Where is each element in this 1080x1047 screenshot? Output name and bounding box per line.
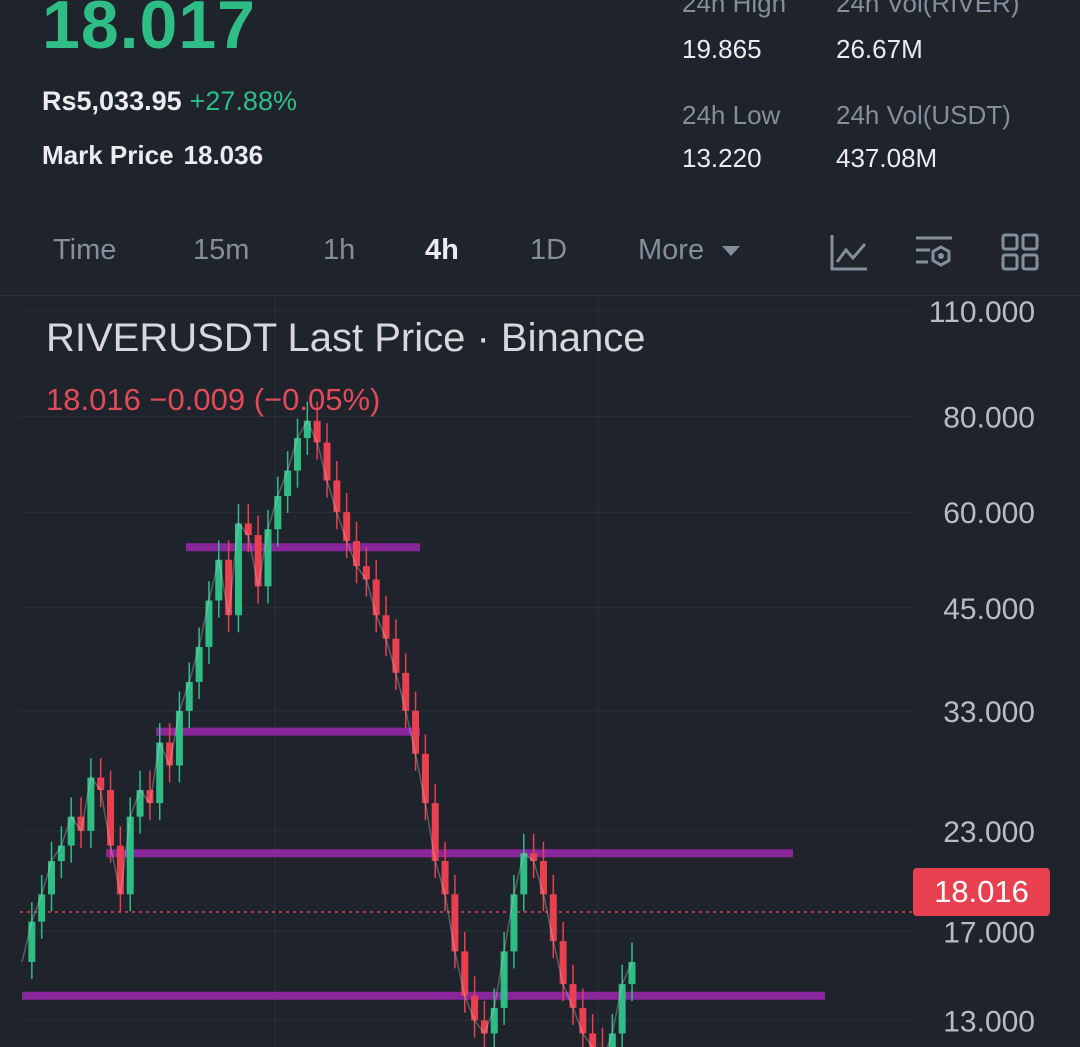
y-tick-label: 23.000 bbox=[943, 816, 1035, 849]
indicator-icon[interactable] bbox=[829, 232, 869, 272]
candle-body bbox=[431, 803, 439, 862]
last-price: 18.017 bbox=[42, 0, 256, 63]
candle-body bbox=[451, 894, 459, 952]
tab-4h[interactable]: 4h bbox=[425, 234, 459, 267]
mark-price-row: Mark Price 18.036 bbox=[42, 140, 263, 171]
stat-low-value: 13.220 bbox=[682, 143, 762, 173]
price-change-percent: +27.88% bbox=[189, 86, 297, 116]
candle-body bbox=[402, 672, 410, 711]
candle-body bbox=[353, 541, 361, 567]
stat-low-label: 24h Low bbox=[682, 100, 781, 130]
candle-body bbox=[441, 861, 449, 895]
stat-high-label: 24h High bbox=[682, 0, 787, 18]
candle-body bbox=[579, 1007, 587, 1034]
candle-body bbox=[490, 1007, 498, 1034]
candle-body bbox=[48, 861, 56, 895]
candle-body bbox=[195, 646, 203, 682]
candle-body bbox=[107, 790, 115, 846]
candle-body bbox=[382, 615, 390, 639]
last-price-tag: 18.016 bbox=[913, 868, 1050, 916]
candle-body bbox=[185, 681, 193, 711]
candle-body bbox=[618, 984, 626, 1034]
candle-body bbox=[215, 559, 223, 601]
fiat-price: Rs5,033.95 bbox=[42, 86, 182, 116]
stat-high-value: 19.865 bbox=[682, 34, 762, 64]
candle-body bbox=[539, 861, 547, 895]
candle-body bbox=[392, 638, 400, 673]
candle-body bbox=[175, 710, 183, 766]
candle-body bbox=[205, 600, 213, 647]
candle-body bbox=[628, 961, 636, 985]
settings-icon[interactable] bbox=[914, 232, 954, 272]
tab-more-label: More bbox=[638, 234, 705, 266]
candle-body bbox=[333, 480, 341, 513]
y-tick-label: 13.000 bbox=[943, 1005, 1035, 1038]
chart-title: RIVERUSDT Last Price · Binance bbox=[46, 316, 646, 360]
candle-body bbox=[254, 535, 262, 587]
stat-vol-quote-value: 437.08M bbox=[836, 143, 938, 173]
stat-vol-base-value: 26.67M bbox=[836, 34, 923, 64]
candle-body bbox=[559, 941, 567, 985]
mark-price-value: 18.036 bbox=[183, 140, 264, 170]
candle-body bbox=[244, 523, 252, 536]
candle-body bbox=[57, 845, 65, 862]
candle-body bbox=[313, 420, 321, 443]
candle-body bbox=[589, 1033, 597, 1047]
y-tick-label: 33.000 bbox=[943, 696, 1035, 729]
y-tick-label: 60.000 bbox=[943, 497, 1035, 530]
candle-body bbox=[87, 777, 95, 831]
y-tick-label: 110.000 bbox=[929, 296, 1035, 329]
candle-body bbox=[471, 995, 479, 1021]
candle-body bbox=[126, 816, 134, 895]
y-tick-label: 80.000 bbox=[943, 402, 1035, 435]
candle-body bbox=[500, 951, 508, 1008]
candle-body bbox=[569, 984, 577, 1008]
candle-body bbox=[284, 470, 292, 496]
candle-body bbox=[323, 442, 331, 481]
tab-15m[interactable]: 15m bbox=[193, 234, 249, 267]
fiat-price-row: Rs5,033.95 +27.88% bbox=[42, 86, 297, 117]
candle-body bbox=[38, 894, 46, 922]
y-tick-label: 17.000 bbox=[943, 916, 1035, 949]
candle-body bbox=[549, 894, 557, 942]
stat-vol-quote-label: 24h Vol(USDT) bbox=[836, 100, 1011, 130]
tab-1h[interactable]: 1h bbox=[323, 234, 355, 267]
candle-body bbox=[362, 566, 370, 580]
candle-body bbox=[234, 523, 242, 616]
candle-body bbox=[264, 529, 272, 587]
candle-body bbox=[293, 438, 301, 471]
candle-body bbox=[461, 951, 469, 996]
candle-body bbox=[156, 742, 164, 804]
candle-body bbox=[520, 853, 528, 895]
tab-1d[interactable]: 1D bbox=[530, 234, 567, 267]
tab-time[interactable]: Time bbox=[53, 234, 116, 267]
layout-grid-icon[interactable] bbox=[1000, 232, 1040, 272]
mark-price-label: Mark Price bbox=[42, 140, 174, 170]
candle-body bbox=[97, 777, 105, 791]
candle-body bbox=[372, 579, 380, 616]
candle-body bbox=[303, 420, 311, 439]
candle-body bbox=[421, 753, 429, 804]
candle-body bbox=[28, 921, 36, 962]
ohlc-readout: 18.016 −0.009 (−0.05%) bbox=[46, 382, 381, 417]
tab-more[interactable]: More bbox=[638, 234, 742, 267]
y-tick-label: 45.000 bbox=[943, 593, 1035, 626]
candle-body bbox=[412, 710, 420, 754]
candle-body bbox=[274, 495, 282, 530]
candle-body bbox=[510, 894, 518, 952]
stat-vol-base-label: 24h Vol(RIVER) bbox=[836, 0, 1020, 18]
caret-down-icon bbox=[722, 246, 741, 257]
candle-body bbox=[343, 512, 351, 542]
